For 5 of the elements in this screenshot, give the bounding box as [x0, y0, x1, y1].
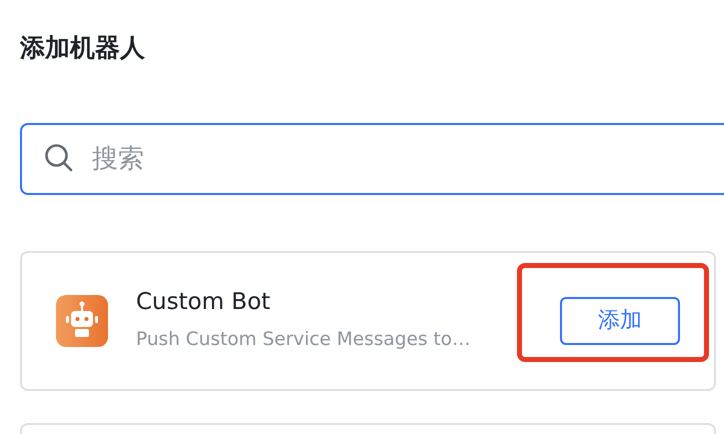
- bot-name: Custom Bot: [136, 288, 272, 317]
- add-button[interactable]: 添加: [560, 296, 680, 344]
- bot-description: Push Custom Service Messages to…: [136, 328, 472, 352]
- page-title: 添加机器人: [20, 32, 146, 64]
- search-field[interactable]: 搜索: [20, 122, 724, 194]
